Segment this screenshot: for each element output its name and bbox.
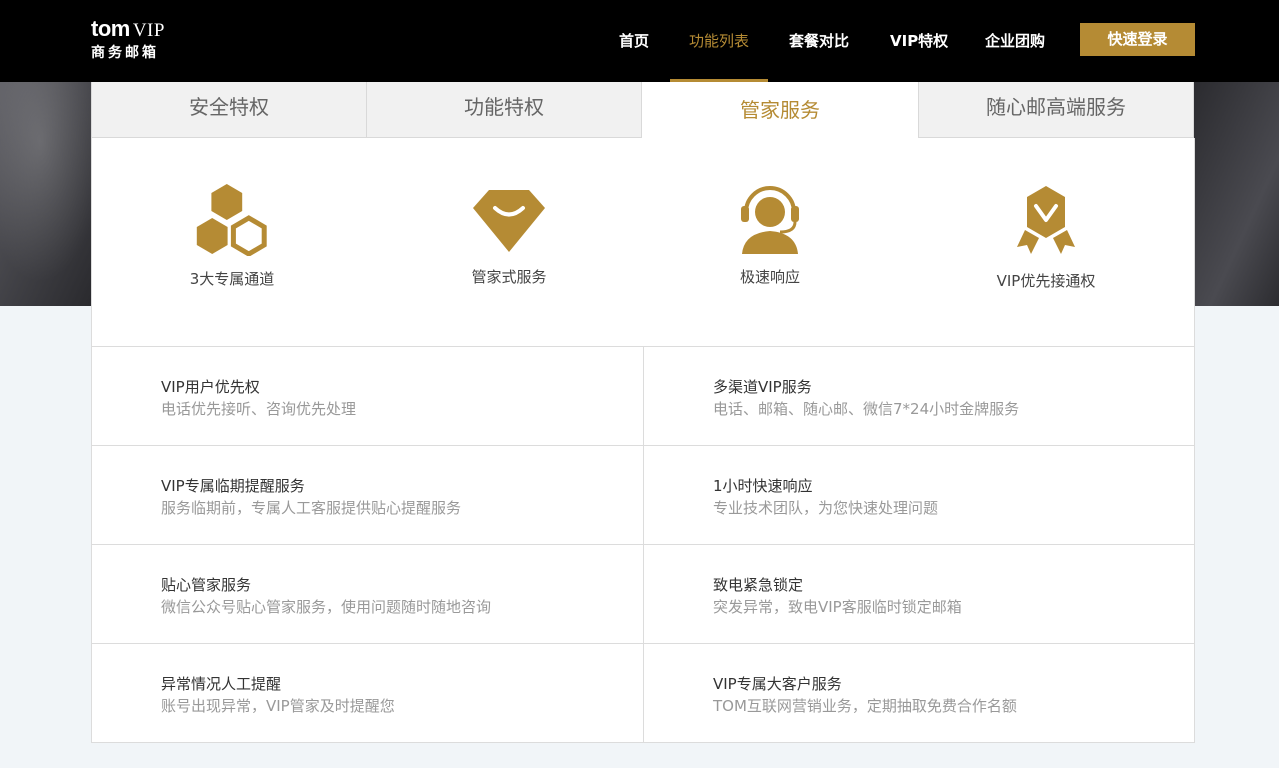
service-item: 1小时快速响应 专业技术团队，为您快速处理问题 — [644, 446, 1194, 544]
service-desc: TOM互联网营销业务，定期抽取免费合作名额 — [713, 697, 1017, 715]
nav-home[interactable]: 首页 — [619, 0, 649, 82]
service-item: VIP专属大客户服务 TOM互联网营销业务，定期抽取免费合作名额 — [644, 644, 1194, 742]
service-item: VIP专属临期提醒服务 服务临期前，专属人工客服提供贴心提醒服务 — [92, 446, 644, 544]
tab-premium-service[interactable]: 随心邮高端服务 — [918, 82, 1194, 138]
service-title: VIP专属大客户服务 — [713, 675, 842, 693]
logo-subtitle: 商务邮箱 — [91, 45, 159, 61]
headset-agent-icon — [711, 186, 829, 254]
badge-check-icon — [980, 184, 1112, 258]
logo-vip: VIP — [132, 20, 165, 41]
service-row: VIP用户优先权 电话优先接听、咨询优先处理 多渠道VIP服务 电话、邮箱、随心… — [92, 347, 1194, 446]
service-item: VIP用户优先权 电话优先接听、咨询优先处理 — [92, 347, 644, 445]
feature-label: 极速响应 — [739, 268, 800, 286]
tab-security[interactable]: 安全特权 — [91, 82, 367, 138]
feature-vip-priority: VIP优先接通权 — [980, 184, 1112, 291]
service-row: VIP专属临期提醒服务 服务临期前，专属人工客服提供贴心提醒服务 1小时快速响应… — [92, 446, 1194, 545]
nav-plan-compare[interactable]: 套餐对比 — [789, 0, 849, 82]
service-card: 3大专属通道 管家式服务 极速响应 VIP优先接通权 VIP用户优先权 电话优先… — [91, 138, 1195, 743]
service-item: 致电紧急锁定 突发异常，致电VIP客服临时锁定邮箱 — [644, 545, 1194, 643]
service-title: 1小时快速响应 — [713, 477, 813, 495]
feature-label: 3大专属通道 — [189, 270, 275, 288]
service-title: 异常情况人工提醒 — [161, 675, 282, 693]
service-title: 致电紧急锁定 — [713, 576, 804, 594]
feature-butler-service: 管家式服务 — [450, 188, 568, 287]
service-title: 贴心管家服务 — [161, 576, 252, 594]
service-desc: 专业技术团队，为您快速处理问题 — [713, 499, 939, 517]
tab-bar: 安全特权 功能特权 管家服务 随心邮高端服务 — [91, 82, 1194, 139]
tab-butler-service[interactable]: 管家服务 — [642, 82, 918, 139]
site-header: tom VIP 商务邮箱 首页 功能列表 套餐对比 VIP特权 企业团购 快速登… — [0, 0, 1279, 82]
feature-exclusive-channels: 3大专属通道 — [173, 184, 291, 289]
service-row: 贴心管家服务 微信公众号贴心管家服务，使用问题随时随地咨询 致电紧急锁定 突发异… — [92, 545, 1194, 644]
quick-login-button[interactable]: 快速登录 — [1080, 23, 1195, 56]
feature-label: 管家式服务 — [471, 268, 547, 286]
service-grid: VIP用户优先权 电话优先接听、咨询优先处理 多渠道VIP服务 电话、邮箱、随心… — [92, 346, 1194, 742]
logo-brand: tom — [91, 16, 130, 41]
service-desc: 账号出现异常，VIP管家及时提醒您 — [161, 697, 395, 715]
feature-fast-response: 极速响应 — [711, 186, 829, 287]
logo-top: tom VIP — [91, 18, 165, 42]
service-title: 多渠道VIP服务 — [713, 378, 812, 396]
service-item: 贴心管家服务 微信公众号贴心管家服务，使用问题随时随地咨询 — [92, 545, 644, 643]
service-desc: 微信公众号贴心管家服务，使用问题随时随地咨询 — [161, 598, 492, 616]
service-item: 异常情况人工提醒 账号出现异常，VIP管家及时提醒您 — [92, 644, 644, 742]
feature-icons-row: 3大专属通道 管家式服务 极速响应 VIP优先接通权 — [92, 138, 1194, 346]
service-title: VIP专属临期提醒服务 — [161, 477, 305, 495]
service-title: VIP用户优先权 — [161, 378, 260, 396]
tab-functions[interactable]: 功能特权 — [366, 82, 642, 138]
hexagon-cluster-icon — [173, 184, 291, 256]
service-item: 多渠道VIP服务 电话、邮箱、随心邮、微信7*24小时金牌服务 — [644, 347, 1194, 445]
nav-vip-privileges[interactable]: VIP特权 — [890, 0, 948, 82]
service-row: 异常情况人工提醒 账号出现异常，VIP管家及时提醒您 VIP专属大客户服务 TO… — [92, 644, 1194, 742]
service-desc: 服务临期前，专属人工客服提供贴心提醒服务 — [161, 499, 462, 517]
feature-label: VIP优先接通权 — [996, 272, 1096, 290]
service-desc: 突发异常，致电VIP客服临时锁定邮箱 — [713, 598, 962, 616]
nav-enterprise-group[interactable]: 企业团购 — [985, 0, 1045, 82]
logo[interactable]: tom VIP 商务邮箱 — [91, 18, 165, 62]
smile-diamond-icon — [450, 188, 568, 254]
nav-feature-list[interactable]: 功能列表 — [669, 0, 769, 82]
service-desc: 电话优先接听、咨询优先处理 — [161, 400, 357, 418]
service-desc: 电话、邮箱、随心邮、微信7*24小时金牌服务 — [713, 400, 1020, 418]
